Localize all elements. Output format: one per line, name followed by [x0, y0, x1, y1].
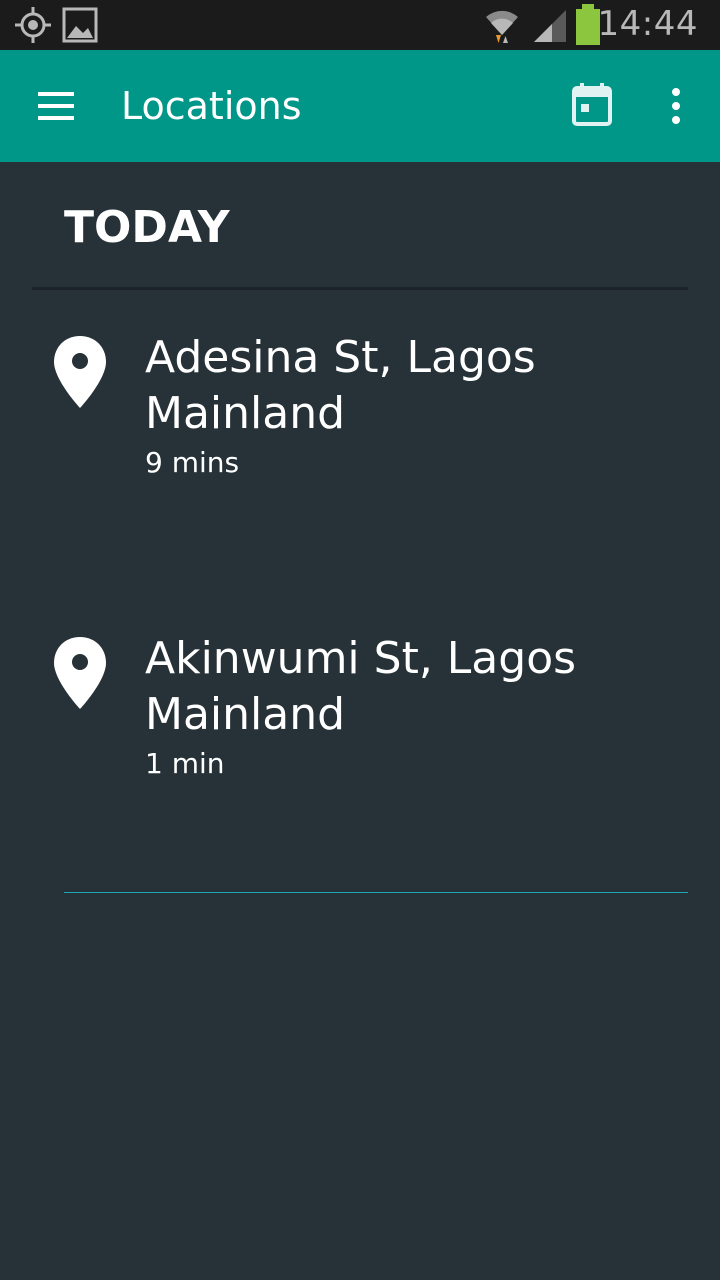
status-time: 14:44 — [597, 4, 698, 44]
wifi-icon — [486, 10, 518, 43]
map-pin-icon — [54, 336, 106, 408]
location-name: Adesina St, Lagos Mainland — [145, 332, 536, 439]
signal-icon — [534, 10, 566, 42]
calendar-icon[interactable] — [566, 80, 618, 132]
status-bar: 14:44 — [0, 0, 720, 50]
menu-icon[interactable] — [26, 80, 86, 132]
more-vert-icon[interactable] — [656, 80, 696, 132]
list-item[interactable]: Adesina St, Lagos Mainland 9 mins — [0, 302, 720, 602]
location-icon — [15, 7, 51, 43]
page-title: Locations — [121, 84, 302, 128]
map-pin-icon — [54, 637, 106, 709]
app-bar: Locations — [0, 50, 720, 162]
list-end-divider — [64, 892, 688, 893]
image-icon — [62, 7, 98, 43]
section-header-today: TODAY — [64, 202, 230, 253]
location-duration: 1 min — [145, 747, 225, 780]
location-duration: 9 mins — [145, 446, 240, 479]
list-item[interactable]: Akinwumi St, Lagos Mainland 1 min — [0, 603, 720, 903]
location-name: Akinwumi St, Lagos Mainland — [145, 633, 577, 740]
divider — [32, 287, 688, 290]
